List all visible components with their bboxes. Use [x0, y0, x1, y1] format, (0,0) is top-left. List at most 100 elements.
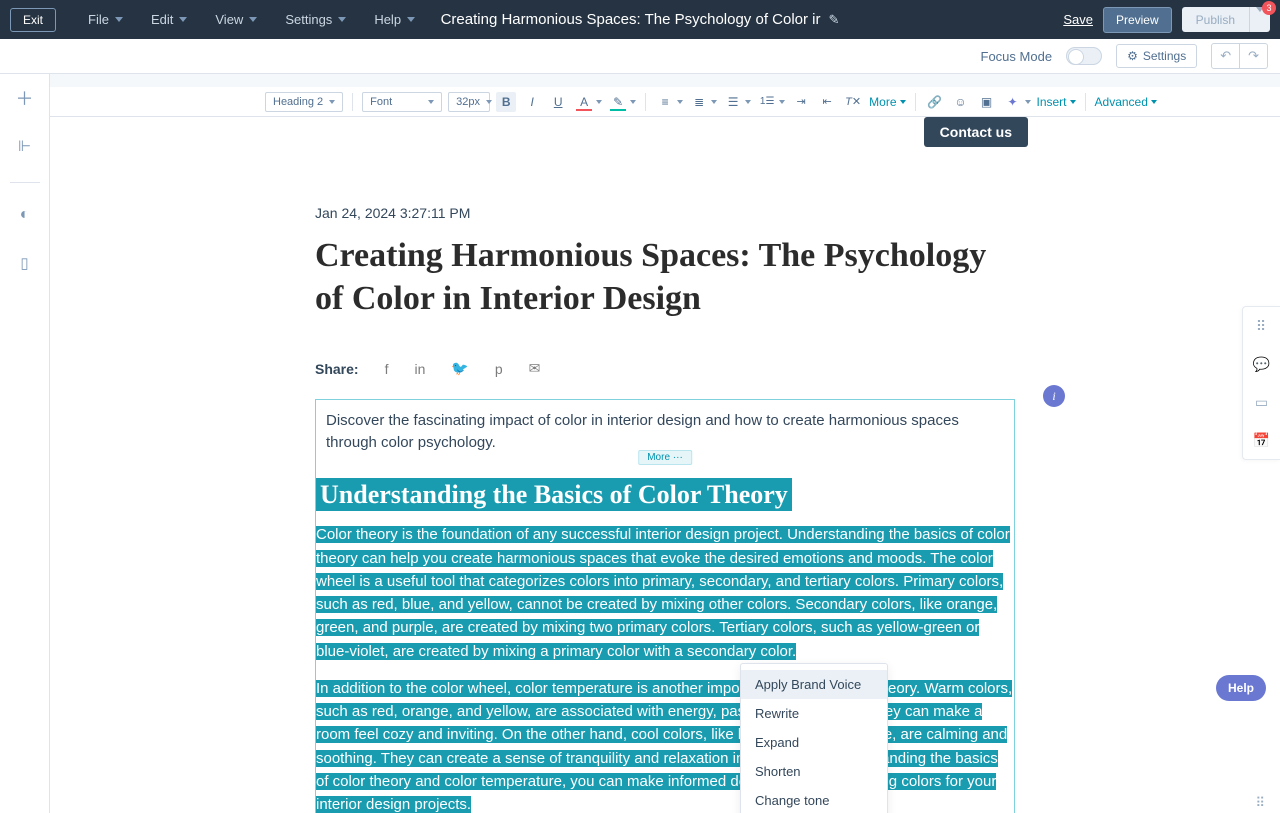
exit-button[interactable]: Exit — [10, 8, 56, 32]
bold-button[interactable]: B — [496, 92, 516, 112]
chevron-down-icon — [115, 17, 123, 22]
menu-file[interactable]: File — [74, 0, 137, 39]
outdent-button[interactable]: ⇤ — [817, 92, 837, 112]
save-link[interactable]: Save — [1063, 12, 1093, 27]
menu-edit-label: Edit — [151, 12, 173, 27]
line-height-button[interactable]: ≣ — [689, 92, 717, 112]
chevron-down-icon — [745, 100, 751, 104]
image-button[interactable]: ▣ — [977, 92, 997, 112]
facebook-icon[interactable]: f — [385, 361, 389, 377]
chevron-down-icon — [428, 100, 434, 104]
text-color-button[interactable]: A — [574, 92, 602, 112]
twitter-icon[interactable]: 🐦 — [451, 360, 468, 377]
ai-change-tone[interactable]: Change tone — [741, 786, 887, 813]
optimize-icon[interactable]: ◐ — [9, 199, 41, 231]
post-title[interactable]: Creating Harmonious Spaces: The Psycholo… — [315, 235, 1015, 320]
share-row: Share: f in 🐦 p ✉ — [315, 360, 1015, 377]
selected-paragraph-1[interactable]: Color theory is the foundation of any su… — [316, 523, 1014, 663]
ai-apply-brand-voice[interactable]: Apply Brand Voice — [741, 670, 887, 699]
font-family-dropdown[interactable]: Font — [362, 92, 442, 112]
document-title[interactable]: Creating Harmonious Spaces: The Psycholo… — [441, 11, 840, 28]
card-icon[interactable]: ▭ — [1243, 383, 1280, 421]
email-icon[interactable]: ✉ — [529, 360, 541, 377]
menu-help-label: Help — [374, 12, 401, 27]
highlight-color-button[interactable]: ✎ — [608, 92, 636, 112]
info-tooltip-icon[interactable]: i — [1043, 385, 1065, 407]
menu-edit[interactable]: Edit — [137, 0, 201, 39]
chevron-down-icon — [338, 17, 346, 22]
align-button[interactable]: ≡ — [655, 92, 683, 112]
more-options-pill[interactable]: More ··· — [638, 450, 692, 465]
separator — [352, 93, 353, 111]
list-button[interactable]: ☰ — [723, 92, 751, 112]
paragraph-style-dropdown[interactable]: Heading 2 — [265, 92, 343, 112]
editor-canvas[interactable]: Contact us Jan 24, 2024 3:27:11 PM Creat… — [50, 117, 1280, 813]
chevron-down-icon — [1025, 100, 1031, 104]
chevron-down-icon — [900, 100, 906, 104]
menu-view[interactable]: View — [201, 0, 271, 39]
insert-button[interactable]: Insert — [1037, 95, 1076, 109]
italic-button[interactable]: I — [522, 92, 542, 112]
link-button[interactable]: 🔗 — [925, 92, 945, 112]
preview-button[interactable]: Preview — [1103, 7, 1172, 33]
focus-mode-label: Focus Mode — [981, 49, 1053, 64]
publish-button[interactable]: Publish — [1182, 7, 1249, 32]
body-content-module[interactable]: Discover the fascinating impact of color… — [315, 399, 1015, 813]
advanced-label: Advanced — [1095, 95, 1148, 109]
focus-mode-toggle[interactable] — [1066, 47, 1102, 65]
separator — [915, 93, 916, 111]
publish-button-group: Publish 3 — [1182, 7, 1270, 32]
settings-button[interactable]: ⚙ Settings — [1116, 44, 1197, 68]
chevron-down-icon — [1151, 100, 1157, 104]
share-label: Share: — [315, 361, 359, 377]
indent-button[interactable]: ⇥ — [791, 92, 811, 112]
chevron-down-icon — [596, 100, 602, 104]
font-size-dropdown[interactable]: 32px — [448, 92, 490, 112]
font-size-value: 32px — [456, 96, 480, 108]
top-bar: Exit File Edit View Settings Help Creati… — [0, 0, 1280, 39]
redo-button[interactable]: ↷ — [1240, 44, 1267, 68]
edit-title-icon[interactable]: ✎ — [829, 12, 840, 28]
separator — [645, 93, 646, 111]
sections-icon[interactable]: ⊩ — [9, 130, 41, 162]
undo-button[interactable]: ↶ — [1212, 44, 1240, 68]
chevron-down-icon — [779, 100, 785, 104]
settings-button-label: Settings — [1143, 49, 1186, 63]
undo-redo-group: ↶ ↷ — [1211, 43, 1268, 69]
post-date: Jan 24, 2024 3:27:11 PM — [315, 205, 1015, 221]
selected-heading-1[interactable]: Understanding the Basics of Color Theory — [316, 478, 792, 511]
drag-handle-icon[interactable]: ⠿ — [1243, 307, 1280, 345]
more-format-button[interactable]: More — [869, 95, 905, 109]
chevron-down-icon — [486, 100, 492, 104]
advanced-button[interactable]: Advanced — [1095, 95, 1157, 109]
chevron-down-icon — [249, 17, 257, 22]
clear-format-button[interactable]: T✕ — [843, 92, 863, 112]
calendar-icon[interactable]: 📅 — [1243, 421, 1280, 459]
emoji-button[interactable]: ☺ — [951, 92, 971, 112]
comments-icon[interactable]: 💬 — [1243, 345, 1280, 383]
contact-us-button[interactable]: Contact us — [924, 117, 1028, 147]
pages-icon[interactable]: ▯ — [9, 247, 41, 279]
menu-file-label: File — [88, 12, 109, 27]
underline-button[interactable]: U — [548, 92, 568, 112]
help-button[interactable]: Help — [1216, 675, 1266, 701]
menu-settings[interactable]: Settings — [271, 0, 360, 39]
chevron-down-icon — [329, 100, 335, 104]
ai-rewrite[interactable]: Rewrite — [741, 699, 887, 728]
add-icon[interactable]: ＋ — [9, 82, 41, 114]
right-tool-rail: ⠿ 💬 ▭ 📅 — [1242, 306, 1280, 460]
selected-paragraph-2[interactable]: In addition to the color wheel, color te… — [316, 677, 1014, 813]
document-title-text: Creating Harmonious Spaces: The Psycholo… — [441, 11, 821, 28]
pinterest-icon[interactable]: p — [495, 361, 503, 377]
menu-view-label: View — [215, 12, 243, 27]
resize-handle-icon[interactable]: ⠿ — [1255, 795, 1266, 811]
ai-button[interactable]: ✦ — [1003, 92, 1031, 112]
menu-settings-label: Settings — [285, 12, 332, 27]
linkedin-icon[interactable]: in — [414, 361, 425, 377]
menu-help[interactable]: Help — [360, 0, 429, 39]
ai-expand[interactable]: Expand — [741, 728, 887, 757]
chevron-down-icon — [407, 17, 415, 22]
numbered-list-button[interactable]: 1☰ — [757, 92, 785, 112]
left-sidebar: ＋ ⊩ ◐ ▯ — [0, 74, 50, 813]
ai-shorten[interactable]: Shorten — [741, 757, 887, 786]
